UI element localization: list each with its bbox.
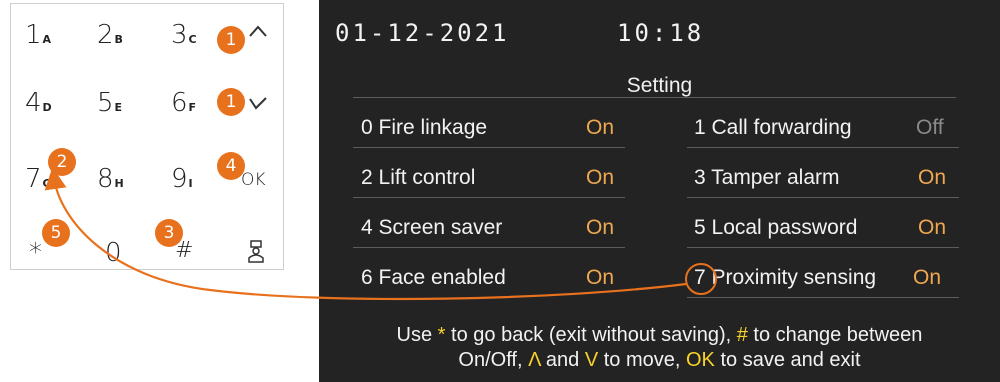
callout-arrow [44,167,687,301]
